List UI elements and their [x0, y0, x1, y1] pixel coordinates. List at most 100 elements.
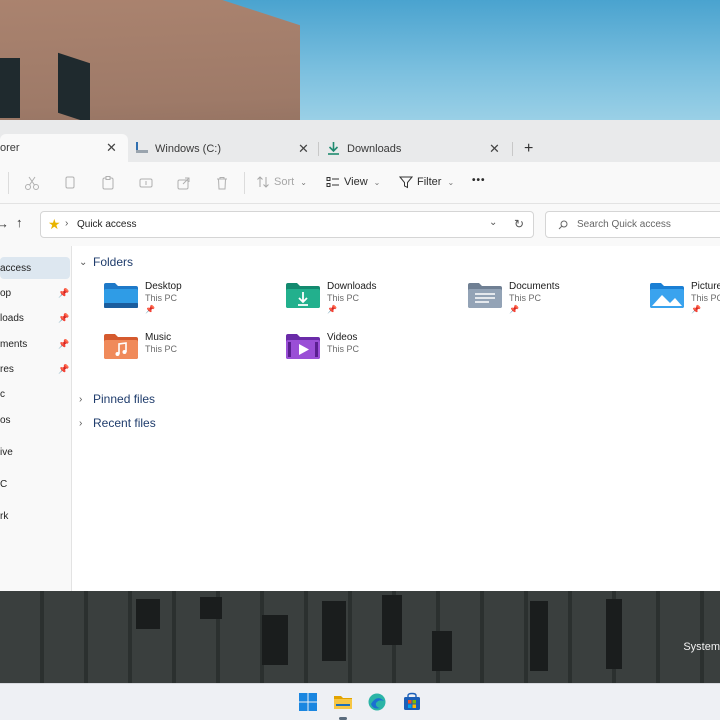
close-tab-icon[interactable]: ✕ [298, 141, 309, 157]
folder-downloads[interactable]: Downloads This PC 📌 [285, 281, 455, 325]
sidebar-item-onedrive[interactable]: ive [0, 441, 70, 463]
search-box[interactable]: Search Quick access [545, 211, 720, 238]
pin-icon: 📌 [145, 305, 155, 314]
cut-icon[interactable] [24, 175, 40, 191]
navigation-pane: access op 📌 loads 📌 ments 📌 res 📌 c os i… [0, 246, 72, 592]
back-arrow-icon[interactable]: → [0, 216, 9, 231]
documents-folder-icon [468, 283, 502, 308]
wallpaper-window [432, 631, 452, 671]
toolbar-divider [244, 172, 245, 194]
tab-windows-c[interactable]: Windows (C:) ✕ [128, 136, 319, 162]
pinned-files-section-header[interactable]: › Pinned files [79, 392, 155, 406]
navigation-bar: → ↑ ★ › Quick access ⌄ ↻ Search Quick ac… [0, 204, 720, 246]
folder-videos[interactable]: Videos This PC [285, 332, 455, 376]
sidebar-item-label: rk [0, 510, 9, 522]
wallpaper-bottom: System [0, 591, 720, 683]
sidebar-item-downloads[interactable]: loads 📌 [0, 307, 70, 329]
tab-file-explorer[interactable]: orer ✕ [0, 134, 128, 162]
wallpaper-window [0, 58, 20, 118]
videos-folder-icon [286, 334, 320, 359]
sidebar-item-documents[interactable]: ments 📌 [0, 333, 70, 355]
sidebar-item-this-pc[interactable]: C [0, 473, 70, 495]
up-arrow-icon[interactable]: ↑ [16, 215, 23, 230]
sidebar-item-label: C [0, 478, 8, 490]
sidebar-item-videos[interactable]: os [0, 409, 70, 431]
command-bar: Sort ⌄ View ⌄ Filter ⌄ ••• [0, 162, 720, 204]
copy-icon[interactable] [62, 175, 78, 191]
start-button-windows-icon[interactable] [298, 692, 318, 712]
sidebar-item-label: ive [0, 446, 13, 458]
wallpaper-window [200, 597, 222, 619]
search-placeholder: Search Quick access [577, 219, 671, 230]
address-history-dropdown-icon[interactable]: ⌄ [489, 217, 497, 228]
section-title: Pinned files [93, 392, 156, 406]
sidebar-item-label: res [0, 363, 14, 375]
sort-button[interactable]: Sort ⌄ [256, 175, 307, 189]
file-explorer-taskbar-icon[interactable] [333, 692, 353, 712]
folder-name: Downloads [327, 281, 377, 292]
sort-label: Sort [274, 176, 295, 188]
sidebar-item-quick-access[interactable]: access [0, 257, 70, 279]
pin-icon: 📌 [58, 287, 70, 298]
folder-documents[interactable]: Documents This PC 📌 [467, 281, 637, 325]
paste-icon[interactable] [100, 175, 116, 191]
microsoft-store-icon[interactable] [402, 692, 422, 712]
pin-icon: 📌 [509, 305, 519, 314]
address-bar[interactable]: ★ › Quick access ⌄ ↻ [40, 211, 534, 238]
more-options-button[interactable]: ••• [472, 175, 486, 186]
filter-button[interactable]: Filter ⌄ [399, 175, 454, 189]
wallpaper-top [0, 0, 720, 120]
folder-name: Desktop [145, 281, 182, 292]
wallpaper-window [382, 595, 402, 645]
system-text: System [683, 641, 720, 653]
pin-icon: 📌 [58, 363, 70, 374]
rename-icon[interactable] [138, 175, 154, 191]
section-title: Recent files [93, 416, 156, 430]
toolbar-divider [8, 172, 9, 194]
sidebar-item-music[interactable]: c [0, 383, 70, 405]
folder-location: This PC [509, 293, 542, 303]
tab-separator [512, 142, 513, 156]
close-tab-icon[interactable]: ✕ [106, 140, 117, 156]
edge-browser-icon[interactable] [367, 692, 387, 712]
sidebar-item-pictures[interactable]: res 📌 [0, 358, 70, 380]
folder-location: This PC [145, 344, 178, 354]
folder-location: This PC [691, 293, 720, 303]
sidebar-item-label: op [0, 287, 12, 299]
view-list-icon [326, 177, 339, 187]
sidebar-item-label: ments [0, 338, 28, 350]
recent-files-section-header[interactable]: › Recent files [79, 416, 156, 430]
filter-icon [399, 176, 413, 189]
share-icon[interactable] [176, 175, 192, 191]
tab-downloads[interactable]: Downloads ✕ [319, 136, 513, 162]
breadcrumb-quick-access[interactable]: Quick access [77, 219, 136, 230]
refresh-icon[interactable]: ↻ [514, 217, 524, 231]
wallpaper-window [262, 615, 288, 665]
pin-icon: 📌 [327, 305, 337, 314]
sidebar-item-desktop[interactable]: op 📌 [0, 282, 70, 304]
view-button[interactable]: View ⌄ [326, 175, 380, 189]
breadcrumb-chevron-icon: › [65, 218, 69, 229]
chevron-down-icon: ⌄ [300, 177, 307, 187]
sidebar-item-network[interactable]: rk [0, 505, 70, 527]
close-tab-icon[interactable]: ✕ [489, 141, 500, 157]
content-pane: ⌄ Folders Desktop This PC 📌 Downloads Th… [73, 246, 720, 592]
tab-bar: orer ✕ Windows (C:) ✕ Downloads ✕ + [0, 120, 720, 162]
folder-pictures[interactable]: Picture This PC 📌 [649, 281, 720, 325]
folder-desktop[interactable]: Desktop This PC 📌 [103, 281, 273, 325]
delete-icon[interactable] [214, 175, 230, 191]
folder-music[interactable]: Music This PC [103, 332, 273, 376]
new-tab-button[interactable]: + [524, 140, 533, 158]
chevron-right-icon: › [79, 417, 83, 429]
sort-icon [257, 176, 269, 188]
tab-label: orer [0, 142, 20, 154]
wallpaper-window [606, 599, 622, 669]
pictures-folder-icon [650, 283, 684, 308]
chevron-down-icon: ⌄ [447, 177, 455, 187]
wallpaper-window [530, 601, 548, 671]
tab-label: Downloads [347, 143, 402, 155]
downloads-folder-icon [286, 283, 320, 308]
sidebar-item-label: c [0, 388, 5, 400]
folders-section-header[interactable]: ⌄ Folders [79, 255, 133, 269]
taskbar [0, 683, 720, 720]
